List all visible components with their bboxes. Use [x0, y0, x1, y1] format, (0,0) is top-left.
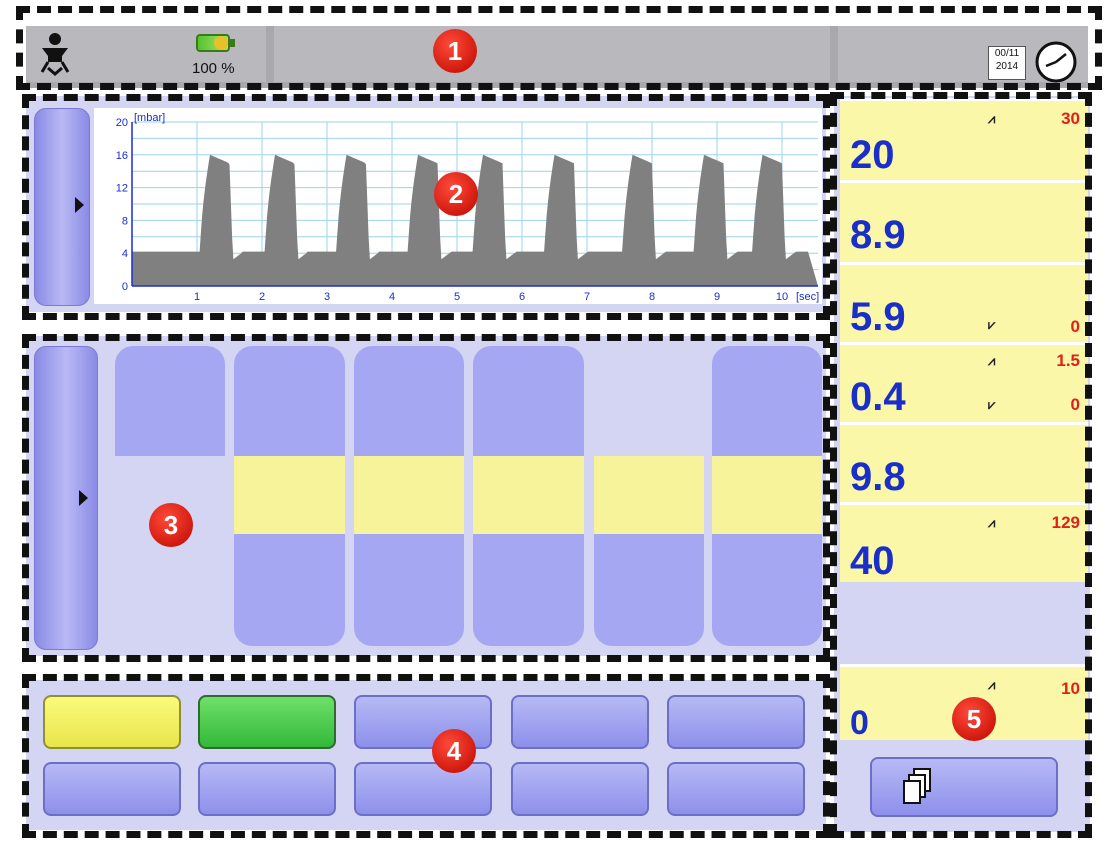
parameter-value: 20: [850, 133, 895, 177]
y-tick-label: 20: [116, 117, 128, 129]
y-tick-label: 12: [116, 183, 128, 195]
x-tick-label: 10: [776, 291, 788, 303]
date-display: 00/11 2014: [988, 46, 1026, 80]
pages-button[interactable]: [870, 757, 1058, 817]
green-button[interactable]: [198, 695, 336, 749]
menu-button[interactable]: [667, 762, 805, 816]
parameter-box[interactable]: ⩘ 30 20: [840, 98, 1088, 180]
expand-arrow-icon: [79, 490, 88, 506]
y-tick-label: 4: [122, 248, 128, 260]
parameter-value: 40: [850, 539, 895, 583]
infant-icon[interactable]: [38, 32, 72, 78]
alarm-high-limit: 1.5: [1056, 351, 1080, 370]
x-tick-label: 2: [259, 291, 265, 303]
parameter-value: 5.9: [850, 295, 906, 339]
date-line-1: 00/11: [994, 48, 1020, 59]
battery-percent: 100 %: [192, 60, 235, 77]
marker-5: 5: [952, 697, 996, 741]
upper-alarm-limit-icon: ⩘: [988, 353, 996, 368]
marker-3: 3: [149, 503, 193, 547]
parameter-value: 0.4: [850, 375, 906, 419]
calendar-clock-icon[interactable]: [1030, 40, 1082, 84]
alarm-high-limit: 30: [1061, 109, 1080, 128]
yellow-button[interactable]: [43, 695, 181, 749]
alarm-high-limit: 129: [1051, 513, 1080, 532]
y-tick-label: 8: [122, 215, 128, 227]
parameter-value: 9.8: [850, 455, 906, 499]
parameter-box[interactable]: 9.8: [840, 422, 1088, 502]
menu-button[interactable]: [667, 695, 805, 749]
expand-arrow-icon: [75, 197, 84, 213]
parameter-grid-tab[interactable]: [34, 346, 98, 650]
menu-button[interactable]: [43, 762, 181, 816]
grid-cell[interactable]: [115, 346, 225, 456]
marker-4: 4: [432, 729, 476, 773]
parameter-box[interactable]: ⩘ 1.5 0.4 ⩗ 0: [840, 342, 1088, 422]
parameter-box[interactable]: 5.9 ⩗ 0: [840, 262, 1088, 342]
x-tick-label: 5: [454, 291, 460, 303]
highlight-cell[interactable]: [473, 456, 584, 534]
highlight-cell[interactable]: [594, 456, 704, 534]
pressure-unit-label: [mbar]: [134, 112, 165, 124]
menu-button[interactable]: [511, 762, 649, 816]
x-unit-label: [sec]: [796, 291, 819, 303]
lower-alarm-limit-icon: ⩗: [988, 317, 996, 332]
x-tick-label: 9: [714, 291, 720, 303]
parameter-box[interactable]: 8.9: [840, 180, 1088, 262]
marker-2: 2: [434, 172, 478, 216]
date-line-2: 2014: [995, 61, 1019, 72]
menu-button[interactable]: [354, 762, 492, 816]
parameter-value: 0: [850, 704, 869, 742]
x-tick-label: 8: [649, 291, 655, 303]
alarm-low-limit: 0: [1070, 317, 1080, 336]
menu-button[interactable]: [511, 695, 649, 749]
pages-icon: [903, 768, 931, 804]
highlight-cell[interactable]: [234, 456, 345, 534]
marker-1: 1: [433, 29, 477, 73]
y-tick-label: 0: [122, 281, 128, 293]
x-tick-label: 1: [194, 291, 200, 303]
x-tick-label: 6: [519, 291, 525, 303]
battery-icon: [196, 34, 236, 54]
parameter-box[interactable]: ⩘ 129 40: [840, 502, 1088, 582]
upper-alarm-limit-icon: ⩘: [988, 111, 996, 126]
x-tick-label: 4: [389, 291, 395, 303]
parameter-value: 8.9: [850, 213, 906, 257]
alarm-low-limit: 0: [1070, 395, 1080, 414]
status-message-area: [274, 26, 830, 82]
x-tick-label: 7: [584, 291, 590, 303]
menu-button[interactable]: [198, 762, 336, 816]
highlight-cell[interactable]: [354, 456, 464, 534]
alarm-high-limit: 10: [1061, 679, 1080, 698]
upper-alarm-limit-icon: ⩘: [988, 677, 996, 692]
waveform-tab[interactable]: [34, 108, 90, 306]
lower-alarm-limit-icon: ⩗: [988, 397, 996, 412]
x-tick-label: 3: [324, 291, 330, 303]
upper-alarm-limit-icon: ⩘: [988, 515, 996, 530]
y-tick-label: 16: [116, 150, 128, 162]
highlight-cell[interactable]: [712, 456, 822, 534]
